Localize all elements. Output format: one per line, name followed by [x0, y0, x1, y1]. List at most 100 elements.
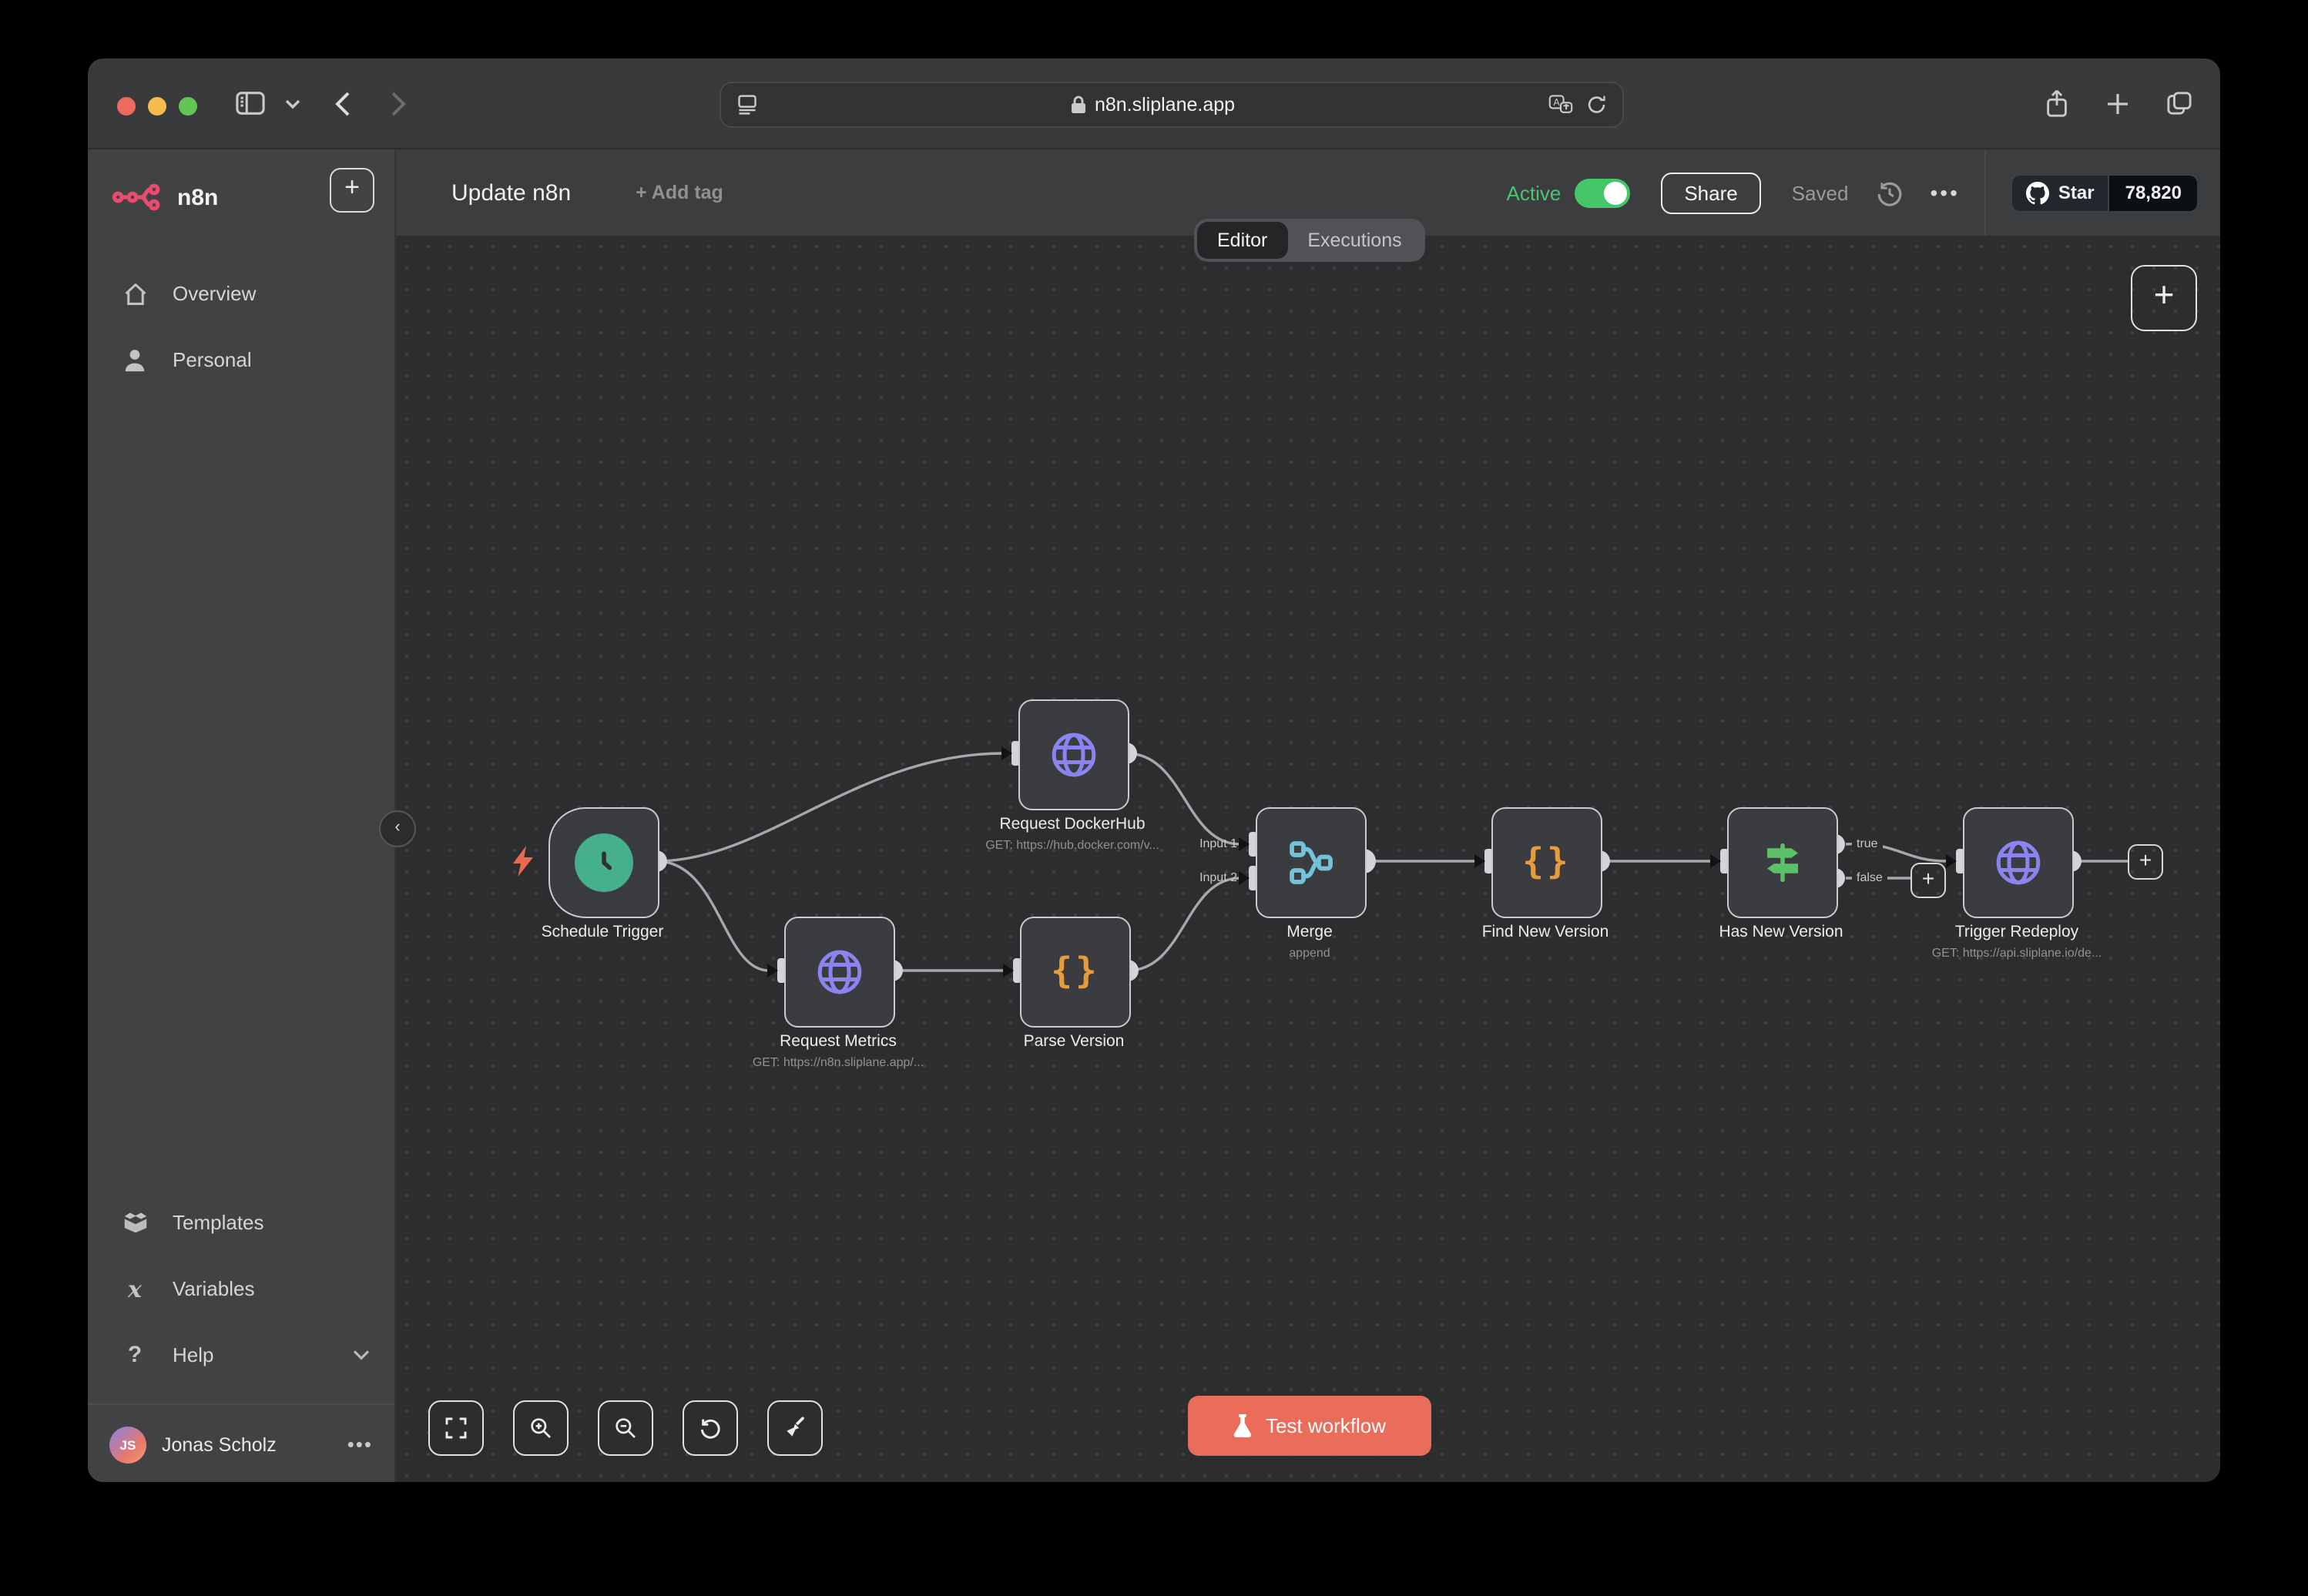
reset-zoom-button[interactable] — [683, 1400, 738, 1456]
minimize-window-button[interactable] — [148, 97, 166, 116]
n8n-logo-icon — [112, 182, 165, 213]
fit-view-button[interactable] — [428, 1400, 484, 1456]
more-options-icon[interactable]: ••• — [1930, 180, 1959, 205]
test-workflow-label: Test workflow — [1266, 1414, 1386, 1437]
sidebar-item-templates[interactable]: Templates — [88, 1189, 394, 1256]
new-tab-icon[interactable] — [2106, 92, 2129, 115]
node-label: Trigger Redeploy — [1847, 923, 2186, 941]
new-workflow-button[interactable]: + — [330, 168, 374, 213]
canvas-toolbar — [428, 1400, 823, 1456]
active-label: Active — [1507, 181, 1562, 204]
merge-input2-label: Input 2 — [1199, 870, 1237, 884]
url-text: n8n.sliplane.app — [1095, 94, 1235, 116]
active-toggle[interactable] — [1575, 178, 1630, 207]
add-node-false-branch-button[interactable]: + — [1910, 863, 1946, 898]
browser-toolbar: n8n.sliplane.app A — [88, 59, 2220, 149]
user-menu[interactable]: JS Jonas Scholz ••• — [88, 1405, 394, 1482]
sidebar-item-overview[interactable]: Overview — [88, 260, 394, 327]
variable-icon: x — [122, 1275, 148, 1303]
user-options-icon[interactable]: ••• — [347, 1433, 373, 1456]
branch-false-label: false — [1852, 870, 1887, 884]
node-schedule-trigger[interactable] — [548, 807, 659, 918]
flask-icon — [1233, 1414, 1253, 1437]
test-workflow-button[interactable]: Test workflow — [1188, 1396, 1431, 1456]
merge-icon — [1288, 840, 1334, 886]
zoom-out-button[interactable] — [598, 1400, 653, 1456]
sidebar-item-variables[interactable]: x Variables — [88, 1256, 394, 1322]
http-globe-icon — [1046, 727, 1102, 783]
if-signpost-icon — [1760, 840, 1806, 886]
node-parse-version[interactable]: {} — [1020, 917, 1131, 1028]
saved-status: Saved — [1792, 181, 1849, 204]
chevron-down-icon[interactable] — [285, 98, 300, 109]
reload-icon[interactable] — [1587, 94, 1607, 116]
github-star-count: 78,820 — [2108, 175, 2197, 210]
back-button[interactable] — [334, 90, 351, 116]
lock-icon — [1072, 96, 1087, 114]
sidebar-item-label: Help — [173, 1343, 214, 1366]
user-name: Jonas Scholz — [162, 1433, 332, 1455]
sidebar: n8n + Overview — [88, 149, 396, 1482]
version-history-icon[interactable] — [1876, 179, 1902, 206]
node-has-new-version[interactable] — [1727, 807, 1838, 918]
browser-window: n8n.sliplane.app A — [88, 59, 2220, 1482]
svg-text:A: A — [1553, 97, 1560, 108]
close-window-button[interactable] — [117, 97, 136, 116]
node-find-new-version[interactable]: {} — [1491, 807, 1602, 918]
http-globe-icon — [1991, 835, 2046, 890]
node-subtitle: GET: https://api.sliplane.io/de... — [1847, 946, 2186, 960]
sidebar-item-label: Templates — [173, 1211, 264, 1234]
tab-overview-icon[interactable] — [2166, 91, 2192, 116]
screen: n8n.sliplane.app A — [0, 0, 2308, 1596]
merge-input1-label: Input 1 — [1199, 837, 1237, 850]
node-request-dockerhub[interactable] — [1018, 699, 1129, 810]
sidebar-collapse-button[interactable]: ‹ — [379, 810, 416, 847]
schedule-trigger-icon — [575, 833, 633, 892]
translate-icon[interactable]: A — [1548, 94, 1573, 116]
github-star-label: Star — [2058, 182, 2095, 203]
trigger-bolt-icon — [512, 846, 535, 877]
tab-executions[interactable]: Executions — [1287, 222, 1421, 259]
sidebar-item-personal[interactable]: Personal — [88, 327, 394, 393]
address-bar[interactable]: n8n.sliplane.app A — [720, 82, 1624, 128]
node-subtitle: GET: https://n8n.sliplane.app/... — [669, 1055, 1008, 1069]
forward-button[interactable] — [390, 90, 407, 116]
share-page-icon[interactable] — [2045, 89, 2069, 118]
github-star-widget[interactable]: Star 78,820 — [2011, 173, 2199, 212]
branch-true-label: true — [1852, 837, 1883, 850]
add-node-button[interactable]: + — [2131, 265, 2197, 331]
home-icon — [122, 281, 148, 306]
add-node-after-redeploy-button[interactable]: + — [2128, 844, 2163, 880]
share-button[interactable]: Share — [1661, 172, 1760, 213]
add-tag-button[interactable]: + Add tag — [636, 182, 723, 203]
sidebar-item-help[interactable]: ? Help — [88, 1322, 394, 1388]
code-braces-icon: {} — [1522, 843, 1571, 883]
node-merge[interactable] — [1256, 807, 1367, 918]
person-icon — [122, 347, 148, 372]
workflow-canvas[interactable]: Schedule Trigger Request DockerHub GET: … — [396, 236, 2220, 1482]
edge-schedule-metrics[interactable] — [656, 861, 769, 971]
sidebar-toggle-icon[interactable] — [236, 91, 265, 116]
node-label: Request DockerHub — [903, 815, 1242, 833]
code-braces-icon: {} — [1051, 952, 1099, 992]
brand-name: n8n — [177, 184, 218, 210]
maximize-window-button[interactable] — [179, 97, 197, 116]
workflow-title[interactable]: Update n8n — [451, 179, 571, 206]
http-globe-icon — [812, 944, 867, 1000]
view-tabs: Editor Executions — [1194, 219, 1425, 262]
node-trigger-redeploy[interactable] — [1963, 807, 2074, 918]
chevron-down-icon — [353, 1350, 370, 1360]
github-icon — [2026, 181, 2049, 204]
node-request-metrics[interactable] — [784, 917, 895, 1028]
node-label: Parse Version — [904, 1032, 1243, 1051]
avatar: JS — [109, 1426, 146, 1463]
sidebar-item-label: Personal — [173, 348, 252, 371]
reader-view-icon[interactable] — [736, 94, 758, 116]
sidebar-item-label: Overview — [173, 282, 256, 305]
node-label: Schedule Trigger — [433, 923, 772, 941]
node-subtitle: append — [1140, 946, 1479, 960]
tidy-up-button[interactable] — [767, 1400, 823, 1456]
question-icon: ? — [122, 1342, 148, 1368]
zoom-in-button[interactable] — [513, 1400, 569, 1456]
tab-editor[interactable]: Editor — [1197, 222, 1287, 259]
